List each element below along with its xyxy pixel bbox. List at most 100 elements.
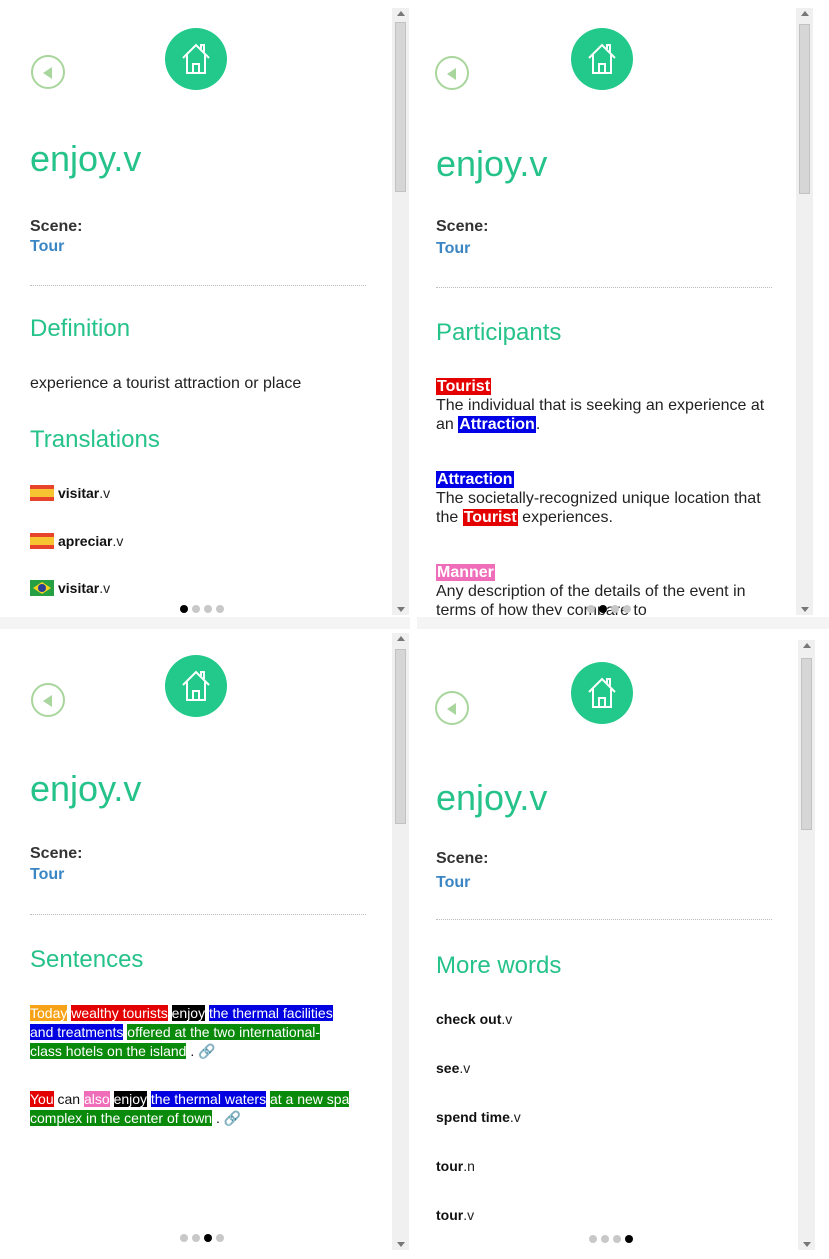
panel-definition: enjoy.v Scene: Tour Definition experienc… [10, 8, 410, 615]
home-button[interactable] [165, 655, 227, 717]
word: tour [436, 1207, 464, 1223]
frame-element-manner[interactable]: Manner [436, 564, 495, 581]
page-dot[interactable] [587, 605, 595, 613]
target-word[interactable]: enjoy [171, 1005, 206, 1021]
page-dot[interactable] [613, 1235, 621, 1243]
scene-link[interactable]: Tour [30, 238, 64, 256]
scrollbar[interactable] [392, 633, 409, 1250]
translation-word: apreciar [58, 533, 113, 549]
pos: .v [509, 1109, 521, 1125]
fe-tourist[interactable]: wealthy tourists [71, 1005, 168, 1021]
home-button[interactable] [571, 662, 633, 724]
home-button[interactable] [165, 28, 227, 90]
sentence-end: . [186, 1043, 195, 1059]
translation-pos: .v [112, 533, 124, 549]
page-dot[interactable] [180, 605, 188, 613]
scene-link[interactable]: Tour [436, 874, 470, 892]
home-icon [182, 43, 210, 74]
more-word-item[interactable]: tour.v [436, 1207, 474, 1223]
pos: .n [463, 1158, 475, 1174]
translation-pos: .v [99, 485, 111, 501]
page-indicator[interactable] [180, 1234, 224, 1242]
more-word-item[interactable]: see.v [436, 1060, 470, 1076]
page-dot[interactable] [204, 605, 212, 613]
participant-description-end: experiences. [517, 509, 613, 526]
link-icon[interactable]: 🔗 [224, 1110, 241, 1126]
scene-label: Scene: [436, 850, 489, 867]
section-title-sentences: Sentences [30, 946, 144, 973]
more-word-item[interactable]: check out.v [436, 1011, 512, 1027]
page-dot[interactable] [601, 1235, 609, 1243]
frame-element-ref[interactable]: Attraction [458, 416, 536, 433]
scroll-up-arrow[interactable] [803, 643, 811, 648]
back-button[interactable] [31, 55, 65, 89]
scroll-up-arrow[interactable] [397, 636, 405, 641]
sentence-end: . [212, 1110, 220, 1126]
page-indicator[interactable] [180, 605, 224, 613]
scene-link[interactable]: Tour [30, 866, 64, 884]
page-indicator[interactable] [589, 1235, 633, 1243]
participant-description-end: . [535, 416, 541, 433]
scroll-thumb[interactable] [395, 649, 406, 824]
scroll-thumb[interactable] [801, 658, 812, 830]
example-sentence: You can also enjoy the thermal waters at… [30, 1090, 350, 1128]
scrollbar[interactable] [798, 640, 815, 1250]
page-dot[interactable] [204, 1234, 212, 1242]
page-dot[interactable] [611, 605, 619, 613]
fe-manner[interactable]: also [83, 1091, 110, 1107]
home-button[interactable] [571, 28, 633, 90]
fe-tourist[interactable]: You [30, 1091, 54, 1107]
scroll-down-arrow[interactable] [803, 1242, 811, 1247]
participant-attraction: Attraction The societally-recognized uni… [436, 470, 766, 527]
page-dot[interactable] [623, 605, 631, 613]
more-word-item[interactable]: tour.n [436, 1158, 475, 1174]
link-icon[interactable]: 🔗 [198, 1043, 215, 1059]
scroll-up-arrow[interactable] [397, 11, 405, 16]
page-dot[interactable] [589, 1235, 597, 1243]
section-title-definition: Definition [30, 315, 131, 342]
more-word-item[interactable]: spend time.v [436, 1109, 521, 1125]
scroll-down-arrow[interactable] [397, 607, 405, 612]
fe-time[interactable]: Today [30, 1005, 68, 1021]
page-dot[interactable] [192, 1234, 200, 1242]
divider [436, 919, 772, 920]
column-separator [410, 0, 417, 1259]
frame-element-attraction[interactable]: Attraction [436, 471, 514, 488]
divider [30, 285, 366, 286]
pos: .v [501, 1011, 513, 1027]
scroll-thumb[interactable] [395, 22, 406, 192]
scroll-up-arrow[interactable] [801, 11, 809, 16]
page-dot[interactable] [192, 605, 200, 613]
scroll-down-arrow[interactable] [397, 1242, 405, 1247]
scroll-down-arrow[interactable] [801, 607, 809, 612]
scene-label: Scene: [30, 218, 83, 235]
panel-more-words: enjoy.v Scene: Tour More words check out… [417, 640, 829, 1250]
back-button[interactable] [435, 691, 469, 725]
frame-element-tourist[interactable]: Tourist [436, 378, 492, 395]
home-icon [588, 677, 616, 708]
fe-attraction[interactable]: the thermal waters [150, 1091, 267, 1107]
scrollbar[interactable] [796, 8, 813, 615]
page-indicator[interactable] [587, 605, 631, 613]
home-icon [182, 670, 210, 701]
divider [30, 914, 366, 915]
back-button[interactable] [435, 56, 469, 90]
divider [436, 287, 772, 288]
frame-element-ref[interactable]: Tourist [462, 509, 518, 526]
scene-link[interactable]: Tour [436, 240, 470, 258]
page-dot[interactable] [216, 605, 224, 613]
pos: .v [459, 1060, 471, 1076]
page-dot[interactable] [216, 1234, 224, 1242]
scroll-thumb[interactable] [799, 24, 810, 194]
translation-item[interactable]: visitar .v [30, 580, 110, 596]
back-button[interactable] [31, 683, 65, 717]
page-dot[interactable] [599, 605, 607, 613]
scrollbar[interactable] [392, 8, 409, 615]
page-dot[interactable] [180, 1234, 188, 1242]
translation-item[interactable]: apreciar .v [30, 533, 123, 549]
target-word[interactable]: enjoy [113, 1091, 148, 1107]
definition-text: experience a tourist attraction or place [30, 375, 302, 392]
translation-item[interactable]: visitar .v [30, 485, 110, 501]
page-dot[interactable] [625, 1235, 633, 1243]
panel-sentences: enjoy.v Scene: Tour Sentences Today weal… [10, 633, 410, 1250]
